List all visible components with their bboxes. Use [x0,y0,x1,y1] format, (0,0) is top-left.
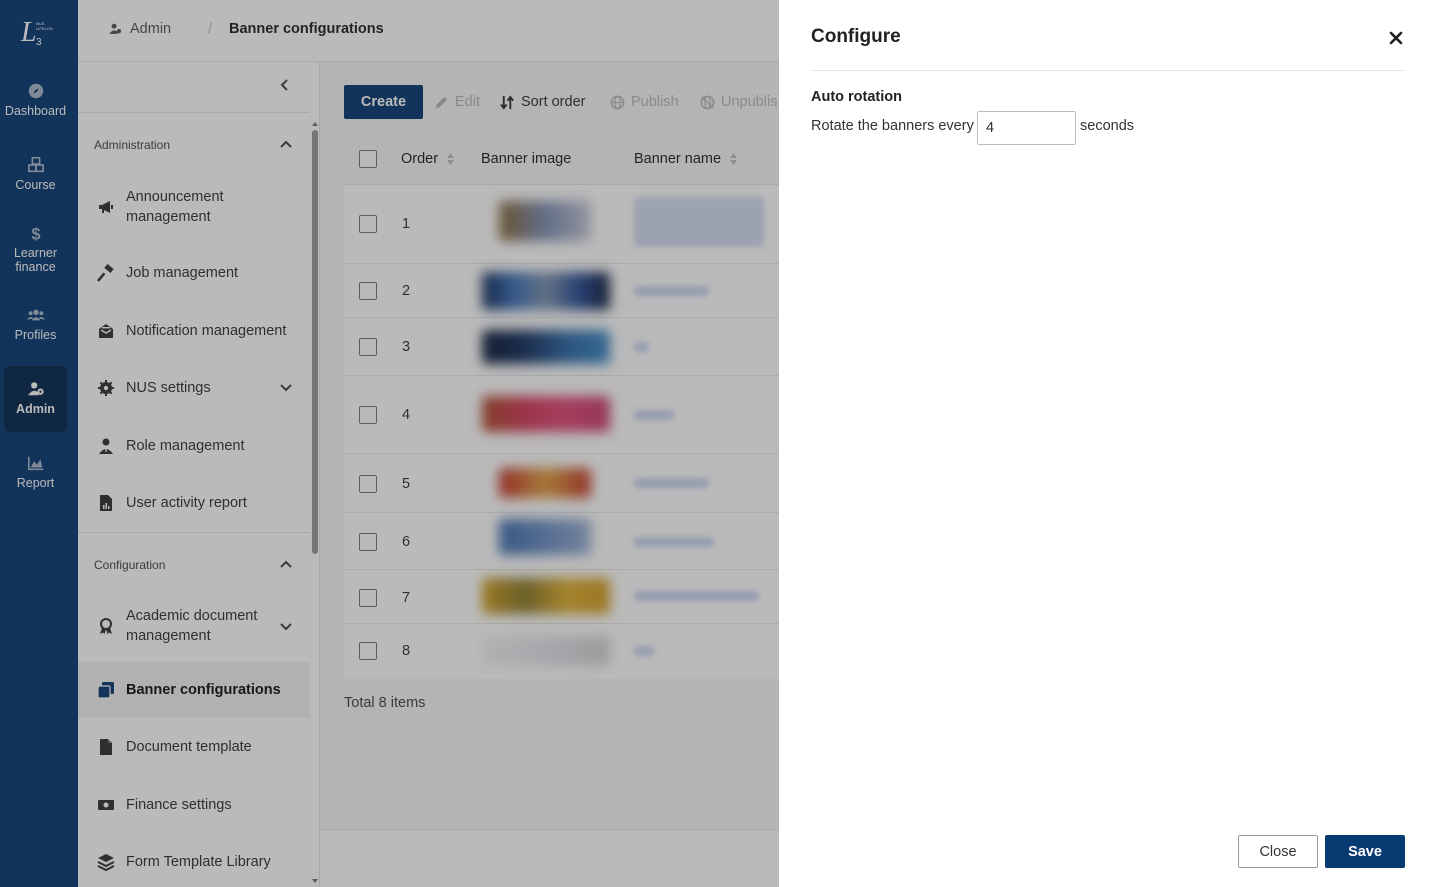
rotation-interval-label: Rotate the banners every [811,118,974,134]
rotation-unit-label: seconds [1080,118,1135,134]
divider [811,70,1405,71]
close-icon[interactable] [1388,30,1404,46]
rotation-seconds-input[interactable] [977,111,1076,145]
section-heading-auto-rotation: Auto rotation [811,89,903,105]
close-button[interactable]: Close [1238,835,1318,868]
modal-backdrop[interactable] [0,0,779,887]
drawer-title: Configure [811,26,901,47]
configure-drawer: Configure Auto rotation Rotate the banne… [779,0,1429,887]
save-button[interactable]: Save [1325,835,1405,868]
